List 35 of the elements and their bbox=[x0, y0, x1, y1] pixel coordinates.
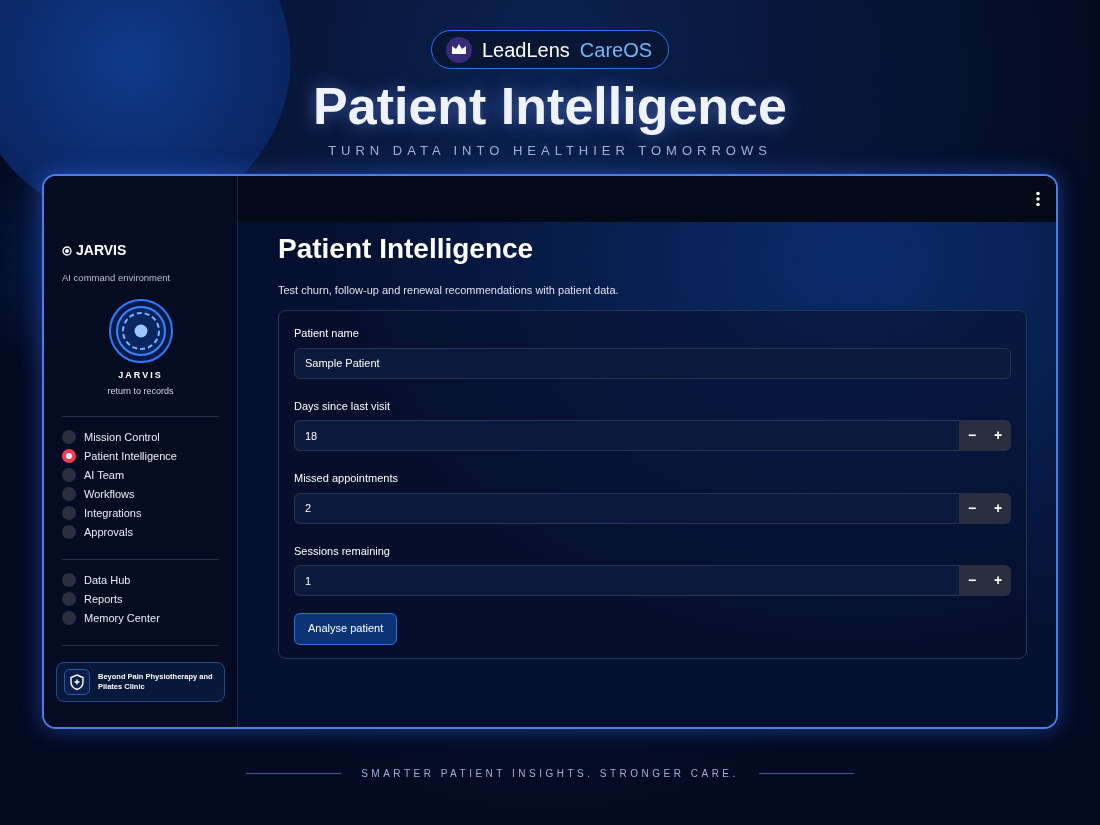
nav-item[interactable]: Mission Control bbox=[62, 427, 219, 447]
page-description: Test churn, follow-up and renewal recommendations with patient data. bbox=[278, 282, 620, 298]
increment-button[interactable]: + bbox=[985, 565, 1011, 597]
number-field[interactable]: 1 bbox=[294, 565, 959, 597]
headline: Patient Intelligence bbox=[312, 77, 788, 135]
decrement-button[interactable]: − bbox=[959, 492, 985, 524]
field-label: Sessions remaining bbox=[294, 543, 391, 559]
nav-item[interactable]: Reports bbox=[62, 589, 219, 609]
footer-tagline: SMARTER PATIENT INSIGHTS. STRONGER CARE. bbox=[361, 767, 739, 782]
orb-label: JARVIS bbox=[117, 369, 164, 383]
nav-item[interactable]: Patient Intelligence bbox=[62, 446, 219, 466]
tagline: TURN DATA INTO HEALTHIER TOMORROWS bbox=[327, 141, 773, 160]
increment-button[interactable]: + bbox=[985, 420, 1011, 452]
analyse-button[interactable]: Analyse patient bbox=[294, 612, 398, 645]
field-label: Missed appointments bbox=[294, 471, 399, 487]
nav-item[interactable]: Data Hub bbox=[62, 570, 219, 590]
orb-caption[interactable]: return to records bbox=[62, 384, 219, 399]
number-field[interactable]: 2 bbox=[294, 492, 959, 524]
decrement-button[interactable]: − bbox=[959, 565, 985, 597]
sidebar-title: JARVIS bbox=[76, 241, 127, 261]
nav-item[interactable]: Integrations bbox=[62, 503, 219, 523]
text-field[interactable]: Sample Patient bbox=[294, 347, 1011, 379]
increment-button[interactable]: + bbox=[985, 492, 1011, 524]
number-field[interactable]: 18 bbox=[294, 420, 959, 452]
nav-item[interactable]: AI Team bbox=[62, 465, 219, 485]
decrement-button[interactable]: − bbox=[959, 420, 985, 452]
brand-name: LeadLens bbox=[481, 37, 570, 63]
field-label: Days since last visit bbox=[294, 398, 391, 414]
sidebar-subtitle: AI command environment bbox=[62, 271, 172, 286]
nav-item[interactable]: Memory Center bbox=[62, 608, 219, 628]
product-name: CareOS bbox=[579, 37, 653, 63]
page-title: Patient Intelligence bbox=[278, 232, 535, 266]
nav-item[interactable]: Approvals bbox=[62, 522, 219, 542]
nav-item[interactable]: Workflows bbox=[62, 484, 219, 504]
field-label: Patient name bbox=[294, 326, 360, 342]
